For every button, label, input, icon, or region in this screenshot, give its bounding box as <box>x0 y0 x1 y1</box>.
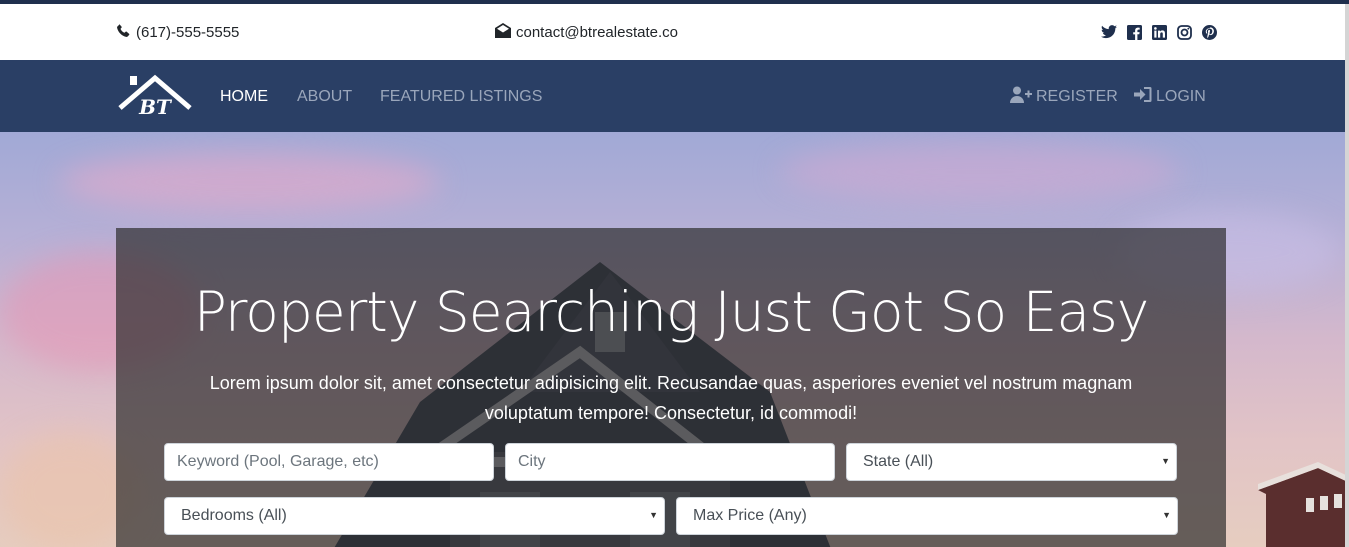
page-scrollbar[interactable] <box>1345 4 1349 547</box>
twitter-icon[interactable] <box>1101 24 1117 40</box>
phone-number: (617)-555-5555 <box>136 24 240 41</box>
neighbor-house-image <box>1258 462 1345 547</box>
city-input[interactable] <box>518 453 822 471</box>
keyword-input[interactable] <box>177 453 481 471</box>
phone-contact[interactable]: (617)-555-5555 <box>116 23 239 42</box>
register-label: REGISTER <box>1036 88 1118 105</box>
bedrooms-select-value: Bedrooms (All) <box>181 507 287 524</box>
sign-in-icon <box>1134 86 1152 108</box>
hero-section: Property Searching Just Got So Easy Lore… <box>0 132 1345 547</box>
register-link[interactable]: REGISTER <box>1010 86 1118 108</box>
state-select-value: State (All) <box>863 453 934 470</box>
login-label: LOGIN <box>1156 88 1206 105</box>
user-plus-icon <box>1010 86 1032 108</box>
phone-icon <box>116 23 131 42</box>
email-address: contact@btrealestate.co <box>516 24 678 41</box>
social-links <box>1101 24 1217 40</box>
hero-title: Property Searching Just Got So Easy <box>193 280 1150 344</box>
email-contact[interactable]: contact@btrealestate.co <box>495 23 678 42</box>
facebook-icon[interactable] <box>1126 24 1142 40</box>
login-link[interactable]: LOGIN <box>1134 86 1206 108</box>
chevron-down-icon: ▼ <box>1161 456 1170 466</box>
city-field[interactable] <box>505 443 835 481</box>
linkedin-icon[interactable] <box>1151 24 1167 40</box>
keyword-field[interactable] <box>164 443 494 481</box>
chevron-down-icon: ▼ <box>1162 510 1171 520</box>
logo-text: BT <box>138 95 173 118</box>
instagram-icon[interactable] <box>1176 24 1192 40</box>
brand-logo[interactable]: BT <box>118 74 192 119</box>
sky-cloud <box>60 152 440 212</box>
main-navbar: BT HOME ABOUT FEATURED LISTINGS REGISTER… <box>0 60 1345 132</box>
sky-cloud <box>780 142 1180 202</box>
search-overlay: Property Searching Just Got So Easy Lore… <box>116 228 1226 547</box>
nav-featured-listings[interactable]: FEATURED LISTINGS <box>380 88 542 106</box>
envelope-icon <box>495 23 511 42</box>
pinterest-icon[interactable] <box>1201 24 1217 40</box>
nav-about[interactable]: ABOUT <box>297 88 352 106</box>
state-select[interactable]: State (All) ▼ <box>846 443 1177 481</box>
hero-description: Lorem ipsum dolor sit, amet consectetur … <box>209 373 1133 423</box>
max-price-select[interactable]: Max Price (Any) ▼ <box>676 497 1178 535</box>
contact-bar: (617)-555-5555 contact@btrealestate.co <box>0 4 1349 60</box>
chevron-down-icon: ▼ <box>649 510 658 520</box>
max-price-select-value: Max Price (Any) <box>693 507 807 524</box>
nav-home[interactable]: HOME <box>220 88 268 106</box>
bedrooms-select[interactable]: Bedrooms (All) ▼ <box>164 497 665 535</box>
